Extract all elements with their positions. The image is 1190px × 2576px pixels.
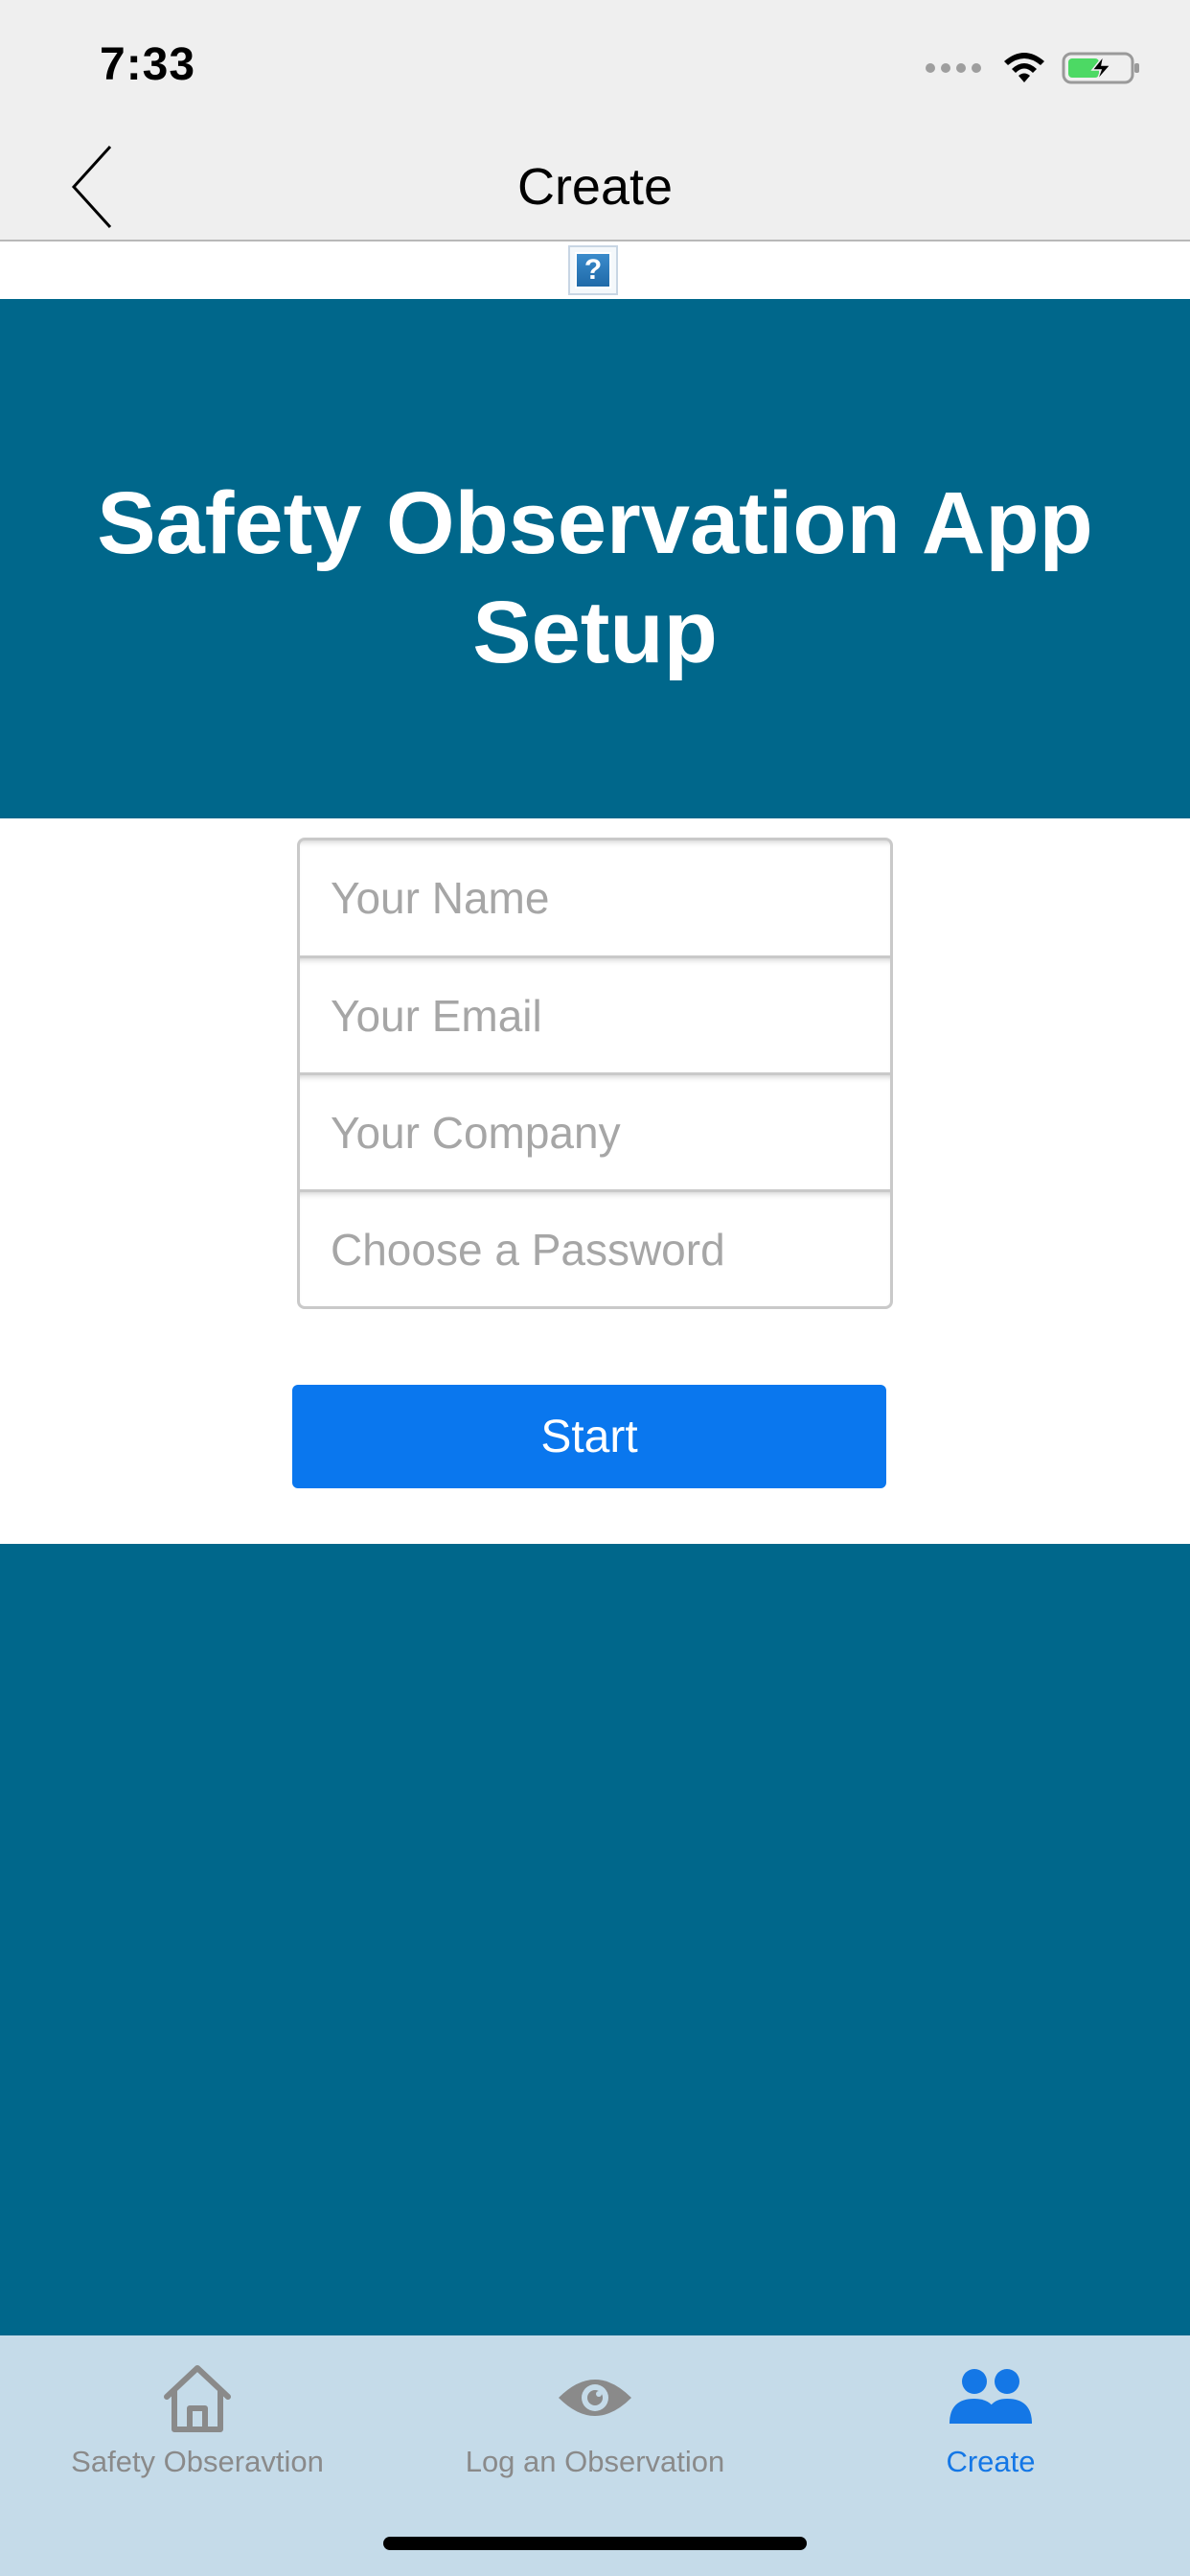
start-button[interactable]: Start xyxy=(292,1385,886,1488)
status-bar: 7:33 xyxy=(0,0,1190,134)
background-panel xyxy=(0,1544,1190,2335)
help-glyph: ? xyxy=(575,252,611,288)
tab-safety-observation[interactable]: Safety Obseravtion xyxy=(54,2335,341,2508)
cellular-signal-icon xyxy=(926,63,981,73)
help-icon[interactable]: ? xyxy=(568,245,618,295)
battery-charging-icon xyxy=(1062,52,1139,84)
tab-label: Log an Observation xyxy=(465,2445,725,2478)
status-icons xyxy=(926,50,1142,86)
status-time: 7:33 xyxy=(100,39,196,90)
people-icon xyxy=(948,2357,1034,2439)
eye-icon xyxy=(552,2357,638,2439)
email-input[interactable] xyxy=(331,989,890,1042)
setup-form xyxy=(297,838,893,1309)
page-title: Create xyxy=(516,158,674,216)
tab-create[interactable]: Create xyxy=(847,2335,1134,2508)
home-icon xyxy=(154,2357,240,2439)
navigation-bar: Create xyxy=(0,134,1190,242)
tab-label: Safety Obseravtion xyxy=(71,2445,324,2478)
wifi-icon xyxy=(1004,53,1044,82)
home-indicator[interactable] xyxy=(383,2537,807,2550)
setup-form-section: Start xyxy=(0,818,1190,1544)
password-field-wrapper xyxy=(300,1189,890,1306)
tab-log-observation[interactable]: Log an Observation xyxy=(451,2335,739,2508)
hero-title: Safety Observation App Setup xyxy=(97,474,1093,681)
tab-label: Create xyxy=(946,2445,1036,2478)
name-field-wrapper xyxy=(300,840,890,955)
password-input[interactable] xyxy=(331,1223,890,1276)
company-input[interactable] xyxy=(331,1106,890,1159)
name-input[interactable] xyxy=(331,872,890,924)
hero-banner: Safety Observation App Setup xyxy=(0,299,1190,818)
help-strip: ? xyxy=(0,242,1190,299)
email-field-wrapper xyxy=(300,955,890,1072)
company-field-wrapper xyxy=(300,1072,890,1189)
